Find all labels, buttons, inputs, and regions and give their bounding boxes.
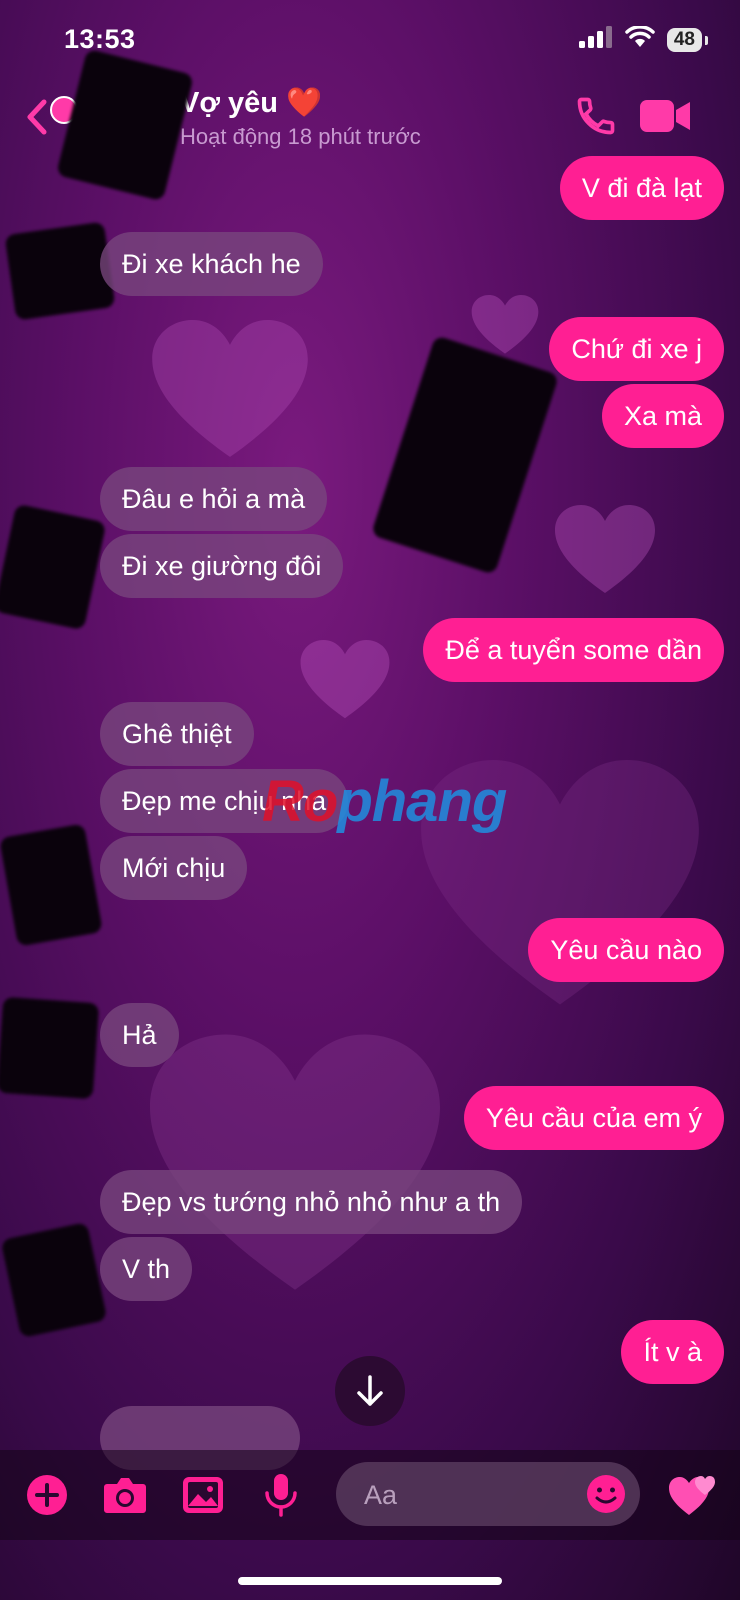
message-bubble-outgoing[interactable]: Chứ đi xe j xyxy=(549,317,724,381)
message-bubble-incoming[interactable]: Ghê thiệt xyxy=(100,702,254,766)
message-bubble-outgoing[interactable]: Yêu cầu của em ý xyxy=(463,1086,724,1150)
message-input[interactable] xyxy=(362,1462,566,1528)
plus-button[interactable] xyxy=(24,1472,70,1518)
wifi-icon xyxy=(625,25,655,53)
message-bubble-outgoing[interactable]: Yêu cầu nào xyxy=(528,918,724,982)
gallery-button[interactable] xyxy=(180,1472,226,1518)
message-bubble-incoming[interactable]: Mới chịu xyxy=(100,836,248,900)
signal-icon xyxy=(578,26,613,53)
hearts-icon xyxy=(669,1476,715,1515)
message-bubble-outgoing[interactable]: Để a tuyển some dần xyxy=(423,618,724,682)
message-bubble-outgoing[interactable]: Ít v à xyxy=(621,1320,724,1384)
message-bubble-incoming[interactable]: Đi xe giường đôi xyxy=(100,534,344,598)
message-bubble-outgoing[interactable]: Xa mà xyxy=(601,384,724,448)
home-indicator[interactable] xyxy=(238,1577,502,1585)
microphone-icon xyxy=(265,1474,297,1517)
camera-icon xyxy=(104,1478,146,1513)
status-time: 13:53 xyxy=(64,24,136,54)
message-bubble-outgoing[interactable]: V đi đà lạt xyxy=(559,156,724,220)
video-camera-icon xyxy=(640,100,690,132)
watermark-logo: Rophang xyxy=(262,768,507,835)
message-bubble-incoming[interactable]: Đẹp vs tướng nhỏ nhỏ như a th xyxy=(100,1170,523,1234)
watermark-part-1: Ro xyxy=(262,769,338,834)
activity-status: Hoạt động 18 phút trước xyxy=(180,124,421,149)
voice-message-button[interactable] xyxy=(258,1472,304,1518)
voice-call-button[interactable] xyxy=(574,94,618,138)
watermark-part-2: phang xyxy=(337,769,507,834)
image-icon xyxy=(183,1477,223,1513)
plus-icon xyxy=(27,1475,67,1515)
scroll-to-bottom-button[interactable] xyxy=(335,1356,405,1426)
message-input-wrapper xyxy=(336,1462,640,1528)
emoji-button[interactable] xyxy=(586,1474,626,1514)
camera-button[interactable] xyxy=(102,1472,148,1518)
composer-bar xyxy=(0,1450,740,1540)
message-bubble-incoming[interactable]: Hả xyxy=(100,1003,179,1067)
message-bubble-incoming[interactable]: Đi xe khách he xyxy=(100,232,323,296)
status-icons: 48 xyxy=(578,25,709,53)
emoji-icon xyxy=(587,1475,625,1513)
message-bubble-incoming[interactable]: Đâu e hỏi a mà xyxy=(100,467,328,531)
contact-name[interactable]: Vợ yêu ❤️ xyxy=(180,86,322,120)
message-bubble-incoming[interactable]: V th xyxy=(100,1237,193,1301)
phone-icon xyxy=(577,97,615,135)
battery-indicator: 48 xyxy=(666,27,709,52)
video-call-button[interactable] xyxy=(638,96,692,136)
arrow-down-icon xyxy=(357,1375,383,1406)
quick-reaction-button[interactable] xyxy=(668,1472,718,1518)
